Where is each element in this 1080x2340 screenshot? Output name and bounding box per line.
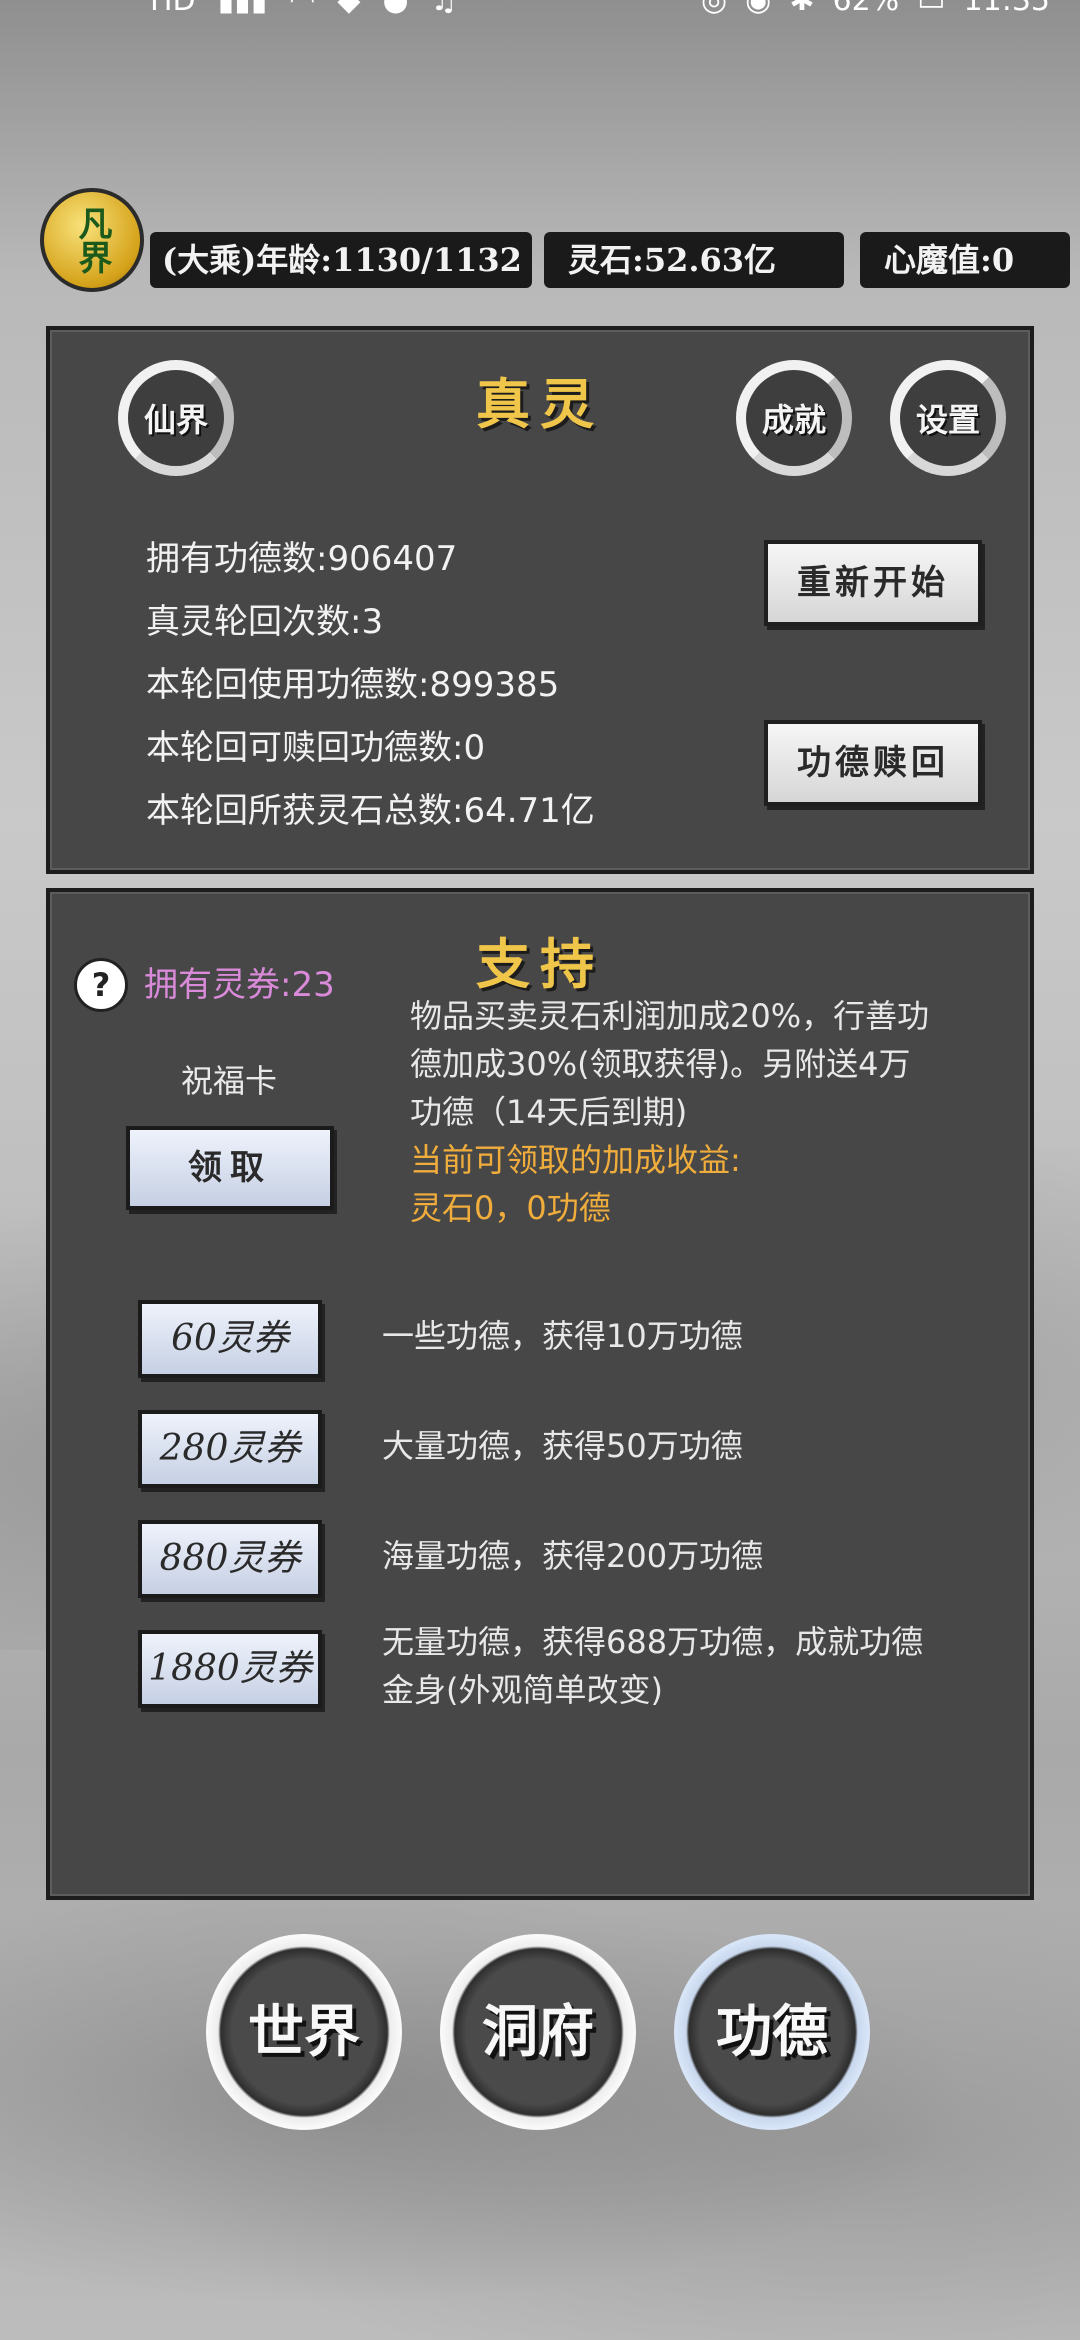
restart-button[interactable]: 重新开始 <box>764 540 982 626</box>
pack-880-desc: 海量功德，获得200万功德 <box>382 1532 1022 1580</box>
battery-icon: ▭ <box>917 0 946 18</box>
pack-280-desc: 大量功德，获得50万功德 <box>382 1422 1022 1470</box>
stat-spirit-stone-total: 本轮回所获灵石总数:64.71亿 <box>146 791 595 831</box>
desc-line: 功德（14天后到期) <box>410 1093 688 1131</box>
clock: 11:35 <box>963 0 1050 18</box>
help-icon[interactable]: ? <box>74 958 128 1012</box>
stat-reincarnation-count: 真灵轮回次数:3 <box>146 602 384 642</box>
true-spirit-panel: 真灵 仙界 成就 设置 拥有功德数:906407 真灵轮回次数:3 本轮回使用功… <box>46 326 1034 874</box>
realm-avatar[interactable]: 凡界 <box>40 188 144 292</box>
music-icon: ♫ <box>430 0 458 18</box>
desc-line: 大量功德，获得50万功德 <box>382 1427 743 1465</box>
claim-button[interactable]: 领取 <box>126 1126 334 1210</box>
status-bar: HD ▮▮▮ ◠ ◆ ● ♫ ◎ ◉ ✱ 62% ▭ 11:35 <box>0 0 1080 24</box>
wifi-icon: ◠ <box>289 0 316 18</box>
nav-world-button[interactable]: 世界 <box>206 1934 402 2130</box>
nav-merit-button[interactable]: 功德 <box>674 1934 870 2130</box>
reincarnation-stats: 拥有功德数:906407 真灵轮回次数:3 本轮回使用功德数:899385 本轮… <box>146 528 595 843</box>
desc-line: 海量功德，获得200万功德 <box>382 1537 764 1575</box>
blessing-card-label: 祝福卡 <box>180 1062 277 1100</box>
bluetooth-icon: ✱ <box>789 0 815 18</box>
pack-280-button[interactable]: 280灵券 <box>138 1410 322 1488</box>
immortal-realm-label: 仙界 <box>143 401 208 439</box>
current-bonus-value: 灵石0，0功德 <box>410 1189 611 1227</box>
nav-merit-label: 功德 <box>716 1999 828 2065</box>
stat-merit-owned: 拥有功德数:906407 <box>146 539 458 579</box>
blessing-card-description: 物品买卖灵石利润加成20%，行善功 德加成30%(领取获得)。另附送4万 功德（… <box>410 992 1010 1232</box>
pack-60-desc: 一些功德，获得10万功德 <box>382 1312 1022 1360</box>
desc-line: 物品买卖灵石利润加成20%，行善功 <box>410 997 930 1035</box>
immortal-realm-button[interactable]: 仙界 <box>118 360 234 476</box>
nav-world-label: 世界 <box>248 1999 360 2065</box>
redeem-merit-button[interactable]: 功德赎回 <box>764 720 982 806</box>
current-bonus-title: 当前可领取的加成收益: <box>410 1141 741 1179</box>
avatar-text: 凡界 <box>72 206 112 274</box>
app-icon: ● <box>382 0 409 18</box>
hd-icon: HD <box>150 0 196 18</box>
demon-value-label: 心魔值:0 <box>884 241 1015 279</box>
shield-icon: ◆ <box>337 0 361 18</box>
stat-merit-used: 本轮回使用功德数:899385 <box>146 665 560 705</box>
spirit-stone-label: 灵石:52.63亿 <box>568 241 777 279</box>
signal-icon: ▮▮▮ <box>217 0 268 18</box>
age-label: (大乘)年龄:1130/1132 <box>162 241 522 279</box>
demon-value-display: 心魔值:0 <box>860 232 1070 288</box>
coupons-count: 拥有灵券:23 <box>144 965 335 1005</box>
pack-880-button[interactable]: 880灵券 <box>138 1520 322 1598</box>
nav-cave-button[interactable]: 洞府 <box>440 1934 636 2130</box>
pack-1880-button[interactable]: 1880灵券 <box>138 1630 322 1708</box>
battery-level: 62% <box>832 0 900 18</box>
desc-line: 德加成30%(领取获得)。另附送4万 <box>410 1045 911 1083</box>
age-display: (大乘)年龄:1130/1132 <box>150 232 532 288</box>
pack-60-button[interactable]: 60灵券 <box>138 1300 322 1378</box>
desc-line: 金身(外观简单改变) <box>382 1671 663 1709</box>
nfc-icon: ◎ <box>700 0 728 18</box>
desc-line: 一些功德，获得10万功德 <box>382 1317 743 1355</box>
support-panel: 支持 ? 拥有灵券:23 祝福卡 领取 物品买卖灵石利润加成20%，行善功 德加… <box>46 888 1034 1900</box>
eye-icon: ◉ <box>745 0 772 18</box>
achievements-label: 成就 <box>761 401 826 439</box>
pack-1880-desc: 无量功德，获得688万功德，成就功德 金身(外观简单改变) <box>382 1618 1022 1714</box>
achievements-button[interactable]: 成就 <box>736 360 852 476</box>
spirit-stone-display: 灵石:52.63亿 <box>544 232 844 288</box>
nav-cave-label: 洞府 <box>482 1999 594 2065</box>
desc-line: 无量功德，获得688万功德，成就功德 <box>382 1623 924 1661</box>
settings-label: 设置 <box>915 401 980 439</box>
settings-button[interactable]: 设置 <box>890 360 1006 476</box>
stat-merit-redeemable: 本轮回可赎回功德数:0 <box>146 728 486 768</box>
